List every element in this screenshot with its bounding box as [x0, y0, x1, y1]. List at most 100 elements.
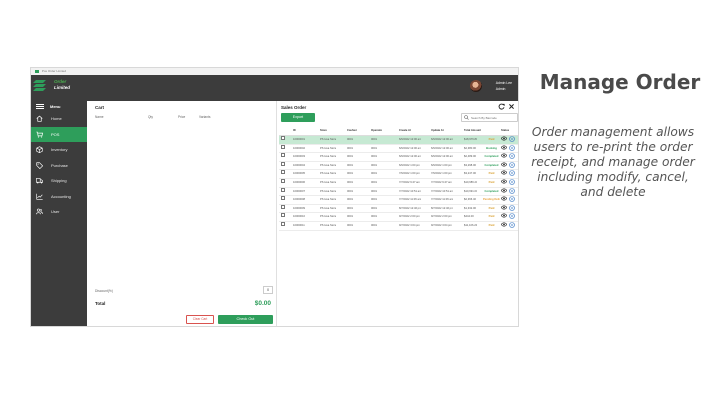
sidebar-item-pos[interactable]: POS	[31, 126, 87, 142]
sidebar-item-purchase[interactable]: Purchase	[31, 158, 87, 174]
reprint-order-icon[interactable]	[509, 144, 515, 151]
view-order-icon[interactable]	[501, 153, 507, 158]
reprint-order-icon[interactable]	[509, 204, 515, 211]
top-bar: Order Limited Admin Lee Admin	[31, 75, 518, 101]
check-out-button[interactable]: Check Out	[218, 315, 273, 324]
reprint-order-icon[interactable]	[509, 153, 515, 159]
table-row[interactable]: 10000008 PS Hua Store 0001 0001 7/7/2022 11:…	[279, 196, 518, 205]
sidebar-item-label: Accounting	[51, 193, 71, 199]
reprint-order-icon[interactable]	[509, 161, 515, 168]
view-order-icon[interactable]	[501, 145, 507, 150]
table-row[interactable]: 10000010 PS Hua Store 0001 0001 9/7/2022 2:0…	[279, 213, 518, 222]
cart-title: Cart	[95, 105, 105, 110]
row-checkbox[interactable]	[281, 187, 285, 192]
cell-amount: $2,366.40	[464, 198, 476, 202]
cell-updated: 6/6/2022 12:00 am	[431, 155, 454, 159]
search-box[interactable]	[461, 113, 518, 122]
table-header: ID Store Cashier Operator Create At Upda…	[279, 126, 518, 136]
cell-id: 10000004	[293, 163, 305, 167]
cell-cashier: 0001	[347, 138, 353, 141]
table-row[interactable]: 10000006 PS Hua Store 0001 0001 7/7/2022 9:4…	[279, 178, 518, 188]
app-logo-icon	[35, 69, 39, 73]
cell-status: Paid	[488, 138, 495, 141]
view-order-icon[interactable]	[501, 205, 507, 210]
sidebar-item-inventory[interactable]: Inventory	[31, 142, 87, 158]
cell-created: 7/7/2022 9:47 am	[399, 180, 420, 184]
brand[interactable]: Order Limited	[33, 79, 70, 91]
view-order-icon[interactable]	[501, 222, 507, 227]
view-order-icon[interactable]	[501, 162, 507, 167]
cell-created: 6/6/2022 12:00 am	[399, 146, 422, 150]
cell-updated: 7/7/2022 9:47 am	[431, 180, 452, 184]
cell-created: 9/7/2022 3:04 pm	[399, 223, 420, 227]
sidebar-item-label: Home	[51, 116, 62, 122]
sidebar-item-shipping[interactable]: Shipping	[31, 173, 87, 189]
row-checkbox[interactable]	[281, 204, 285, 209]
search-input[interactable]	[471, 115, 516, 120]
sidebar-item-user[interactable]: User	[31, 204, 87, 220]
avatar[interactable]	[469, 80, 482, 92]
sidebar-item-home[interactable]: Home	[31, 111, 87, 127]
table-row[interactable]: 10000007 PS Hua Store 0001 0001 7/7/2022 10:…	[279, 187, 518, 197]
cell-cashier: 0001	[347, 223, 353, 227]
sidebar-item-accounting[interactable]: Accounting	[31, 189, 87, 205]
view-order-icon[interactable]	[501, 179, 507, 184]
cell-status: Completed	[484, 189, 499, 193]
reprint-order-icon[interactable]	[509, 187, 515, 194]
row-checkbox[interactable]	[281, 161, 285, 166]
view-order-icon[interactable]	[501, 196, 507, 201]
cell-operator: 0001	[371, 155, 377, 159]
row-checkbox[interactable]	[281, 170, 285, 175]
reprint-order-icon[interactable]	[509, 136, 515, 142]
cell-operator: 0001	[371, 180, 377, 184]
view-order-icon[interactable]	[501, 170, 507, 175]
sidebar: Menu Home POS Inventory Purchase Shipping Acc…	[31, 101, 87, 326]
clear-cart-button[interactable]: Clear Cart	[186, 315, 214, 324]
export-button[interactable]: Export	[281, 113, 315, 122]
reprint-order-icon[interactable]	[509, 196, 515, 202]
cell-store: PS Hua Store	[320, 172, 337, 176]
user-menu[interactable]: Admin Lee Admin	[469, 80, 512, 92]
view-order-icon[interactable]	[501, 136, 507, 141]
row-checkbox[interactable]	[281, 153, 285, 158]
brand-line-2: Limited	[54, 85, 71, 90]
cell-amount: $3,298.00	[464, 163, 476, 167]
view-order-icon[interactable]	[501, 188, 507, 193]
close-icon[interactable]	[508, 103, 515, 110]
col-cashier: Cashier	[347, 129, 357, 132]
row-checkbox[interactable]	[281, 196, 285, 201]
menu-label: Menu	[50, 103, 61, 109]
sales-order-table: ID Store Cashier Operator Create At Upda…	[279, 126, 518, 231]
discount-input[interactable]: 0	[263, 286, 273, 294]
menu-toggle[interactable]: Menu	[31, 101, 87, 111]
cell-updated: 7/7/2022 10:51 am	[431, 189, 454, 193]
reprint-order-icon[interactable]	[509, 179, 515, 185]
reprint-order-icon[interactable]	[509, 213, 515, 220]
row-checkbox[interactable]	[281, 144, 285, 149]
table-row[interactable]: 10000011 PS Hua Store 0001 0001 9/7/2022 3:0…	[279, 221, 518, 231]
box-icon	[35, 146, 43, 154]
col-updated: Update At	[431, 129, 444, 132]
users-icon	[35, 208, 43, 216]
reprint-order-icon[interactable]	[509, 222, 515, 228]
table-row[interactable]: 10000003 PS Hua Store 0001 0001 6/6/2022 12:…	[279, 153, 518, 162]
cell-id: 10000008	[293, 198, 305, 202]
table-row[interactable]: 10000002 PS Hua Store 0001 0001 6/6/2022 12:…	[279, 144, 518, 154]
row-checkbox[interactable]	[281, 221, 285, 226]
view-order-icon[interactable]	[501, 213, 507, 218]
row-checkbox[interactable]	[281, 213, 285, 218]
table-row[interactable]: 10000005 PS Hua Store 0001 0001 7/6/2022 1:0…	[279, 170, 518, 179]
sidebar-item-label: Purchase	[51, 162, 68, 168]
row-checkbox[interactable]	[281, 178, 285, 183]
refresh-icon[interactable]	[498, 103, 505, 110]
cell-created: 6/6/2022 12:00 am	[399, 138, 422, 141]
cell-store: PS Hua Store	[320, 138, 337, 141]
cell-cashier: 0001	[347, 215, 353, 219]
reprint-order-icon[interactable]	[509, 170, 515, 177]
row-checkbox[interactable]	[281, 136, 285, 140]
table-row[interactable]: 10000009 PS Hua Store 0001 0001 8/7/2022 12:…	[279, 204, 518, 214]
cell-created: 6/6/2022 12:00 am	[399, 155, 422, 159]
table-row[interactable]: 10000004 PS Hua Store 0001 0001 6/6/2022 1:0…	[279, 161, 518, 171]
col-operator: Operator	[371, 129, 383, 132]
table-row[interactable]: 10000001 PS Hua Store 0001 0001 6/6/2022 12:…	[279, 136, 518, 145]
